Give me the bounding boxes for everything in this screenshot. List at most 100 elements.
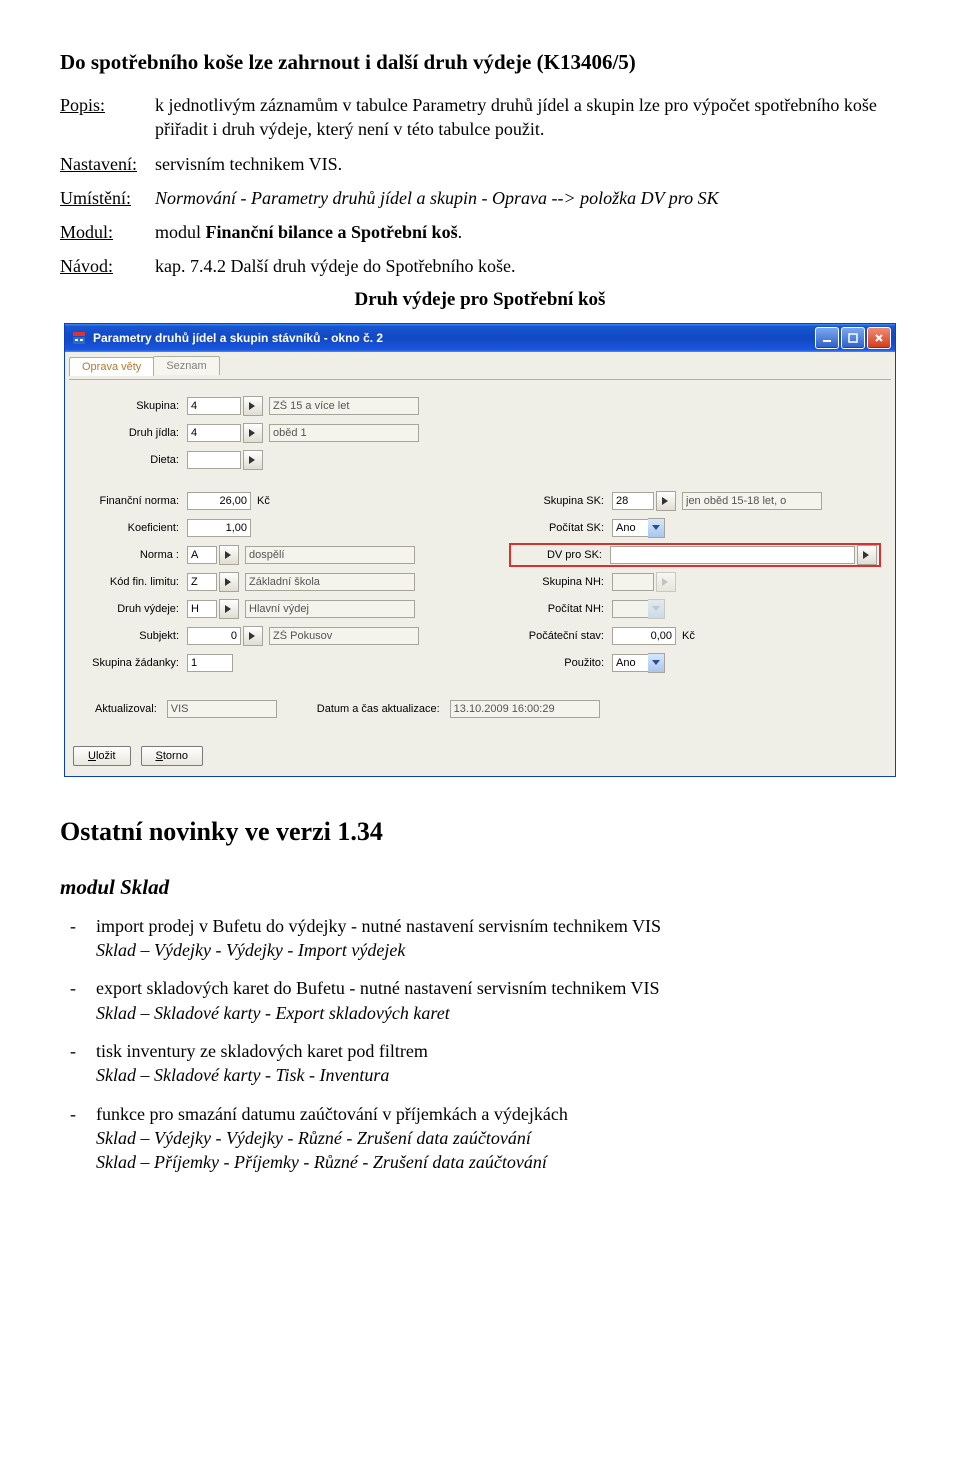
list-text: import prodej v Bufetu do výdejky - nutn… xyxy=(96,916,661,936)
label-pouzito: Použito: xyxy=(509,657,612,669)
input-koeficient[interactable] xyxy=(187,519,251,537)
input-pocatecni-stav[interactable] xyxy=(612,627,676,645)
input-subjekt[interactable] xyxy=(187,627,241,645)
label-pocitat-sk: Počítat SK: xyxy=(509,522,612,534)
label-dieta: Dieta: xyxy=(79,454,187,466)
text-nastaveni: servisním technikem VIS. xyxy=(155,152,900,176)
app-icon xyxy=(71,330,87,346)
label-norma: Norma : xyxy=(79,549,187,561)
section-heading: Ostatní novinky ve verzi 1.34 xyxy=(60,817,900,847)
picker-skupina[interactable] xyxy=(243,396,263,416)
highlighted-field-dv-pro-sk: DV pro SK: xyxy=(509,543,881,567)
label-datum-aktualizace: Datum a čas aktualizace: xyxy=(317,703,440,715)
text-navod: kap. 7.4.2 Další druh výdeje do Spotřebn… xyxy=(155,254,900,278)
dialog-window: Parametry druhů jídel a skupin stávníků … xyxy=(64,323,896,777)
section-subheading: modul Sklad xyxy=(60,875,900,900)
desc-norma xyxy=(245,546,415,564)
unit-kc-2: Kč xyxy=(682,630,695,642)
picker-kod-fin[interactable] xyxy=(219,572,239,592)
figure-caption: Druh výdeje pro Spotřební koš xyxy=(60,289,900,311)
label-pocitat-nh: Počítat NH: xyxy=(509,603,612,615)
chevron-down-icon-2[interactable] xyxy=(648,653,665,673)
cancel-button-rest: torno xyxy=(163,750,188,762)
input-norma[interactable] xyxy=(187,546,217,564)
label-druh-jidla: Druh jídla: xyxy=(79,427,187,439)
list-text: funkce pro smazání datumu zaúčtování v p… xyxy=(96,1104,568,1124)
label-pocatecni-stav: Počáteční stav: xyxy=(509,630,612,642)
label-skupina-zadanky: Skupina žádanky: xyxy=(79,657,187,669)
field-datum-aktualizace xyxy=(450,700,600,718)
page-title: Do spotřebního koše lze zahrnout i další… xyxy=(60,50,900,75)
picker-druh-jidla[interactable] xyxy=(243,423,263,443)
titlebar[interactable]: Parametry druhů jídel a skupin stávníků … xyxy=(65,324,895,352)
picker-skupina-sk[interactable] xyxy=(656,491,676,511)
save-button[interactable]: Uložit xyxy=(73,746,131,766)
list-path: Sklad – Skladové karty - Export skladový… xyxy=(96,1003,450,1023)
input-skupina[interactable] xyxy=(187,397,241,415)
input-skupina-nh xyxy=(612,573,654,591)
close-button[interactable] xyxy=(867,327,891,349)
desc-druh-vydeje xyxy=(245,600,415,618)
input-druh-vydeje[interactable] xyxy=(187,600,217,618)
text-modul-pre: modul xyxy=(155,222,206,242)
tab-seznam[interactable]: Seznam xyxy=(153,356,219,375)
label-skupina-nh: Skupina NH: xyxy=(509,576,612,588)
list-path: Sklad – Výdejky - Výdejky - Import výdej… xyxy=(96,940,405,960)
list-item: export skladových karet do Bufetu - nutn… xyxy=(60,976,900,1025)
list-item: import prodej v Bufetu do výdejky - nutn… xyxy=(60,914,900,963)
picker-druh-vydeje[interactable] xyxy=(219,599,239,619)
tab-panel: Skupina: Druh jídla: Dieta: xyxy=(69,379,891,728)
list-item: tisk inventury ze skladových karet pod f… xyxy=(60,1039,900,1088)
label-skupina-sk: Skupina SK: xyxy=(509,495,612,507)
desc-skupina-sk xyxy=(682,492,822,510)
text-modul-post: . xyxy=(458,222,463,242)
label-popis: Popis: xyxy=(60,93,155,142)
picker-subjekt[interactable] xyxy=(243,626,263,646)
input-dv-pro-sk[interactable] xyxy=(610,546,855,564)
text-modul: modul Finanční bilance a Spotřební koš. xyxy=(155,220,900,244)
minimize-button[interactable] xyxy=(815,327,839,349)
unit-kc-1: Kč xyxy=(257,495,270,507)
tab-oprava-vety[interactable]: Oprava věty xyxy=(69,357,154,376)
input-skupina-sk[interactable] xyxy=(612,492,654,510)
label-nastaveni: Nastavení: xyxy=(60,152,155,176)
desc-kod-fin xyxy=(245,573,415,591)
select-pouzito[interactable] xyxy=(612,654,648,672)
picker-skupina-nh xyxy=(656,572,676,592)
list-path: Sklad – Skladové karty - Tisk - Inventur… xyxy=(96,1065,389,1085)
select-pocitat-nh xyxy=(612,600,648,618)
text-modul-bold: Finanční bilance a Spotřební koš xyxy=(206,222,458,242)
label-aktualizoval: Aktualizoval: xyxy=(95,703,157,715)
label-kod-fin: Kód fin. limitu: xyxy=(79,576,187,588)
chevron-down-icon[interactable] xyxy=(648,518,665,538)
input-skupina-zadanky[interactable] xyxy=(187,654,233,672)
label-modul: Modul: xyxy=(60,220,155,244)
picker-dv-pro-sk[interactable] xyxy=(857,545,877,565)
list-path: Sklad – Výdejky - Výdejky - Různé - Zruš… xyxy=(96,1128,531,1148)
label-fin-norma: Finanční norma: xyxy=(79,495,187,507)
desc-subjekt xyxy=(269,627,419,645)
label-navod: Návod: xyxy=(60,254,155,278)
input-fin-norma[interactable] xyxy=(187,492,251,510)
list-text: export skladových karet do Bufetu - nutn… xyxy=(96,978,660,998)
label-dv-pro-sk: DV pro SK: xyxy=(513,549,610,561)
maximize-button[interactable] xyxy=(841,327,865,349)
picker-dieta[interactable] xyxy=(243,450,263,470)
save-button-rest: ložit xyxy=(96,750,116,762)
tabstrip: Oprava věty Seznam xyxy=(69,356,891,375)
input-kod-fin[interactable] xyxy=(187,573,217,591)
desc-skupina xyxy=(269,397,419,415)
desc-druh-jidla xyxy=(269,424,419,442)
cancel-button[interactable]: Storno xyxy=(141,746,203,766)
input-dieta[interactable] xyxy=(187,451,241,469)
window-title: Parametry druhů jídel a skupin stávníků … xyxy=(93,331,815,345)
input-druh-jidla[interactable] xyxy=(187,424,241,442)
list-path-2: Sklad – Příjemky - Příjemky - Různé - Zr… xyxy=(96,1152,547,1172)
label-koeficient: Koeficient: xyxy=(79,522,187,534)
label-skupina: Skupina: xyxy=(79,400,187,412)
label-druh-vydeje: Druh výdeje: xyxy=(79,603,187,615)
text-popis: k jednotlivým záznamům v tabulce Paramet… xyxy=(155,93,900,142)
picker-norma[interactable] xyxy=(219,545,239,565)
select-pocitat-sk[interactable] xyxy=(612,519,648,537)
field-aktualizoval xyxy=(167,700,277,718)
